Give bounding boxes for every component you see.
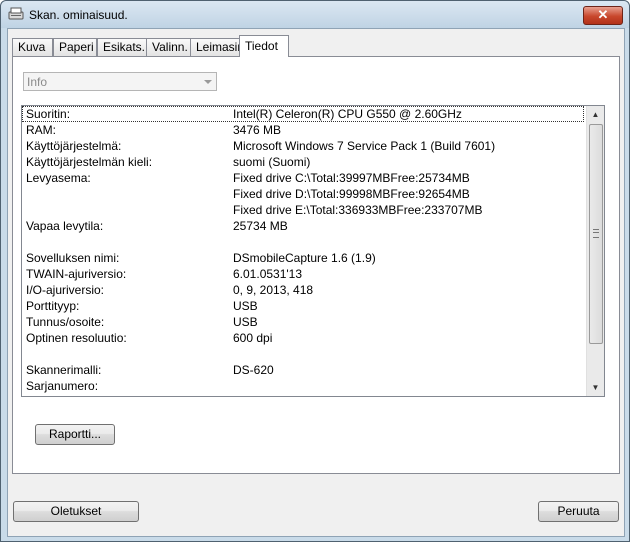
- tab-valinn[interactable]: Valinn.: [146, 38, 193, 56]
- info-value: DSmobileCapture 1.6 (1.9): [233, 251, 376, 265]
- info-label: Suoritin:: [26, 107, 71, 121]
- info-value: Microsoft Windows 7 Service Pack 1 (Buil…: [233, 139, 496, 153]
- info-label: Sovelluksen nimi:: [26, 251, 120, 265]
- info-value: 3476 MB: [233, 123, 282, 137]
- tab-esikats[interactable]: Esikats.: [97, 38, 149, 56]
- info-label: Optinen resoluutio:: [26, 331, 127, 345]
- info-value: DS-620: [233, 363, 274, 377]
- list-item[interactable]: Fixed drive D:\Total:99998MBFree:92654MB: [22, 186, 584, 202]
- list-item[interactable]: Sarjanumero:: [22, 378, 584, 394]
- list-item[interactable]: Suoritin: Intel(R) Celeron(R) CPU G550 @ …: [22, 106, 584, 122]
- info-label: Käyttöjärjestelmän kieli:: [26, 155, 153, 169]
- scroll-down-icon[interactable]: ▼: [587, 379, 604, 396]
- info-label: I/O-ajuriversio:: [26, 283, 105, 297]
- info-value: 600 dpi: [233, 331, 273, 345]
- defaults-button[interactable]: Oletukset: [13, 501, 139, 522]
- info-dropdown-value: Info: [27, 75, 48, 89]
- list-item[interactable]: I/O-ajuriversio: 0, 9, 2013, 418: [22, 282, 584, 298]
- list-item[interactable]: Skannerimalli: DS-620: [22, 362, 584, 378]
- close-button[interactable]: ✕: [583, 6, 623, 25]
- info-value: USB: [233, 315, 258, 329]
- list-item[interactable]: Sovelluksen nimi: DSmobileCapture 1.6 (1…: [22, 250, 584, 266]
- info-value: suomi (Suomi): [233, 155, 311, 169]
- info-label: TWAIN-ajuriversio:: [26, 267, 127, 281]
- list-item[interactable]: Tunnus/osoite: USB: [22, 314, 584, 330]
- info-value: Fixed drive D:\Total:99998MBFree:92654MB: [233, 187, 470, 201]
- info-rows: Suoritin: Intel(R) Celeron(R) CPU G550 @ …: [22, 106, 584, 394]
- report-button[interactable]: Raportti...: [35, 424, 115, 445]
- info-value: Fixed drive C:\Total:39997MBFree:25734MB: [233, 171, 470, 185]
- tab-kuva[interactable]: Kuva: [12, 38, 53, 56]
- chevron-down-icon: [204, 80, 212, 84]
- info-value: 6.01.0531'13: [233, 267, 303, 281]
- tiedot-panel: Info Suoritin: Intel(R) Celeron(R) CPU G5…: [12, 56, 620, 474]
- list-item[interactable]: Käyttöjärjestelmä: Microsoft Windows 7 Se…: [22, 138, 584, 154]
- window-title: Skan. ominaisuud.: [29, 8, 128, 22]
- list-item[interactable]: Vapaa levytila: 25734 MB: [22, 218, 584, 234]
- list-item[interactable]: Fixed drive E:\Total:336933MBFree:233707…: [22, 202, 584, 218]
- info-label: Skannerimalli:: [26, 363, 102, 377]
- info-label: Sarjanumero:: [26, 379, 99, 393]
- list-item[interactable]: [22, 234, 584, 250]
- info-label: Tunnus/osoite:: [26, 315, 105, 329]
- list-item[interactable]: Optinen resoluutio: 600 dpi: [22, 330, 584, 346]
- cancel-button[interactable]: Peruuta: [538, 501, 619, 522]
- scanner-icon: [8, 7, 24, 20]
- dialog-body: Kuva Paperi Esikats. Valinn. Leimasin Ti…: [7, 28, 625, 537]
- list-item[interactable]: TWAIN-ajuriversio: 6.01.0531'13: [22, 266, 584, 282]
- list-item[interactable]: Porttityyp: USB: [22, 298, 584, 314]
- info-value: 25734 MB: [233, 219, 288, 233]
- info-value: Intel(R) Celeron(R) CPU G550 @ 2.60GHz: [233, 107, 462, 121]
- info-value: USB: [233, 299, 258, 313]
- list-item[interactable]: Levyasema: Fixed drive C:\Total:39997MBFr…: [22, 170, 584, 186]
- info-label: Levyasema:: [26, 171, 91, 185]
- tab-tiedot[interactable]: Tiedot: [239, 35, 289, 57]
- title-bar[interactable]: Skan. ominaisuud. ✕: [1, 1, 629, 28]
- system-info-list[interactable]: Suoritin: Intel(R) Celeron(R) CPU G550 @ …: [21, 105, 605, 397]
- info-value: 0, 9, 2013, 418: [233, 283, 314, 297]
- info-dropdown[interactable]: Info: [23, 72, 217, 91]
- list-item[interactable]: [22, 346, 584, 362]
- scanner-properties-window: Skan. ominaisuud. ✕ Kuva Paperi Esikats.…: [0, 0, 630, 542]
- vertical-scrollbar[interactable]: ▲ ▼: [586, 106, 604, 396]
- info-label: Vapaa levytila:: [26, 219, 104, 233]
- list-item[interactable]: Käyttöjärjestelmän kieli: suomi (Suomi): [22, 154, 584, 170]
- info-value: Fixed drive E:\Total:336933MBFree:233707…: [233, 203, 483, 217]
- info-label: Porttityyp:: [26, 299, 80, 313]
- grip-icon: [593, 229, 599, 238]
- list-item[interactable]: RAM: 3476 MB: [22, 122, 584, 138]
- info-label: Käyttöjärjestelmä:: [26, 139, 122, 153]
- scroll-thumb[interactable]: [589, 124, 603, 344]
- scroll-up-icon[interactable]: ▲: [587, 106, 604, 123]
- tab-paperi[interactable]: Paperi: [53, 38, 97, 56]
- info-label: RAM:: [26, 123, 56, 137]
